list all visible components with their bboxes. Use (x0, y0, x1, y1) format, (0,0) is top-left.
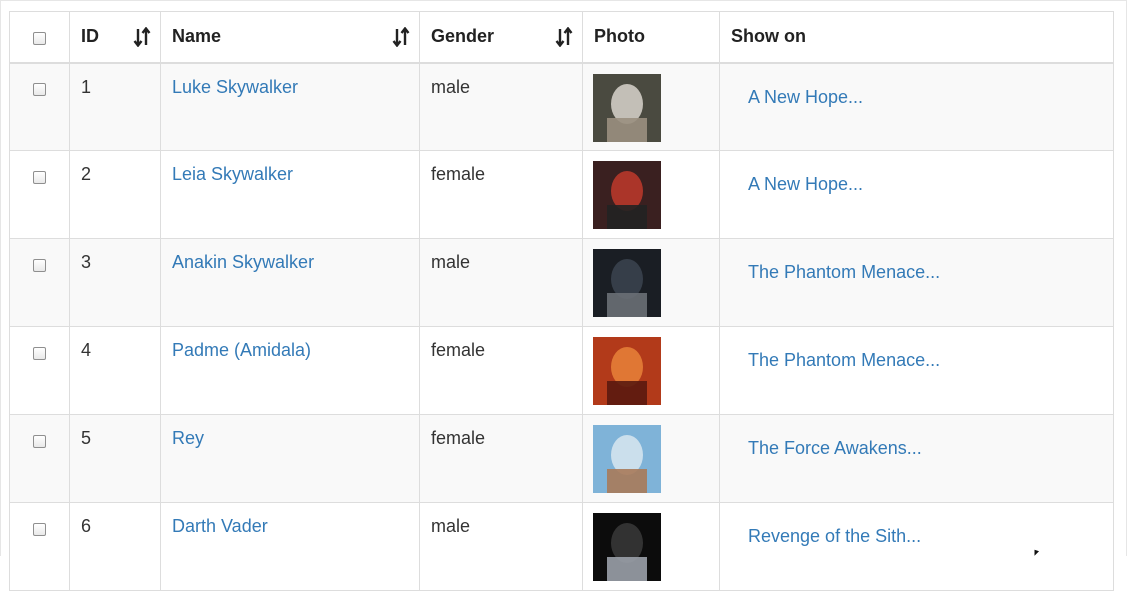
select-all-checkbox[interactable] (33, 32, 46, 45)
characters-table: ID Name Gender Photo Show on 1 Luke Skyw… (9, 11, 1114, 591)
show-on-link[interactable]: Revenge of the Sith... (748, 526, 921, 546)
row-select-checkbox[interactable] (33, 434, 46, 448)
photo-cell (582, 238, 720, 327)
gender-value: male (431, 252, 471, 272)
row-select-checkbox[interactable] (33, 258, 46, 272)
show-on-cell: The Phantom Menace... (719, 326, 1114, 415)
name-cell: Darth Vader (160, 502, 420, 591)
column-header-gender-label: Gender (431, 26, 495, 47)
name-cell: Padme (Amidala) (160, 326, 420, 415)
id-cell: 2 (69, 150, 161, 239)
select-all-header (9, 11, 70, 64)
row-select-cell (9, 414, 70, 503)
gender-cell: male (419, 62, 583, 151)
character-photo (593, 161, 661, 229)
sort-icon[interactable] (555, 26, 573, 47)
column-header-photo: Photo (582, 11, 720, 64)
table-row: 3 Anakin Skywalker male The Phantom Menace.… (9, 238, 1114, 327)
gender-cell: male (419, 238, 583, 327)
sort-icon[interactable] (392, 26, 410, 47)
photo-cell (582, 414, 720, 503)
gender-cell: female (419, 150, 583, 239)
id-value: 5 (81, 428, 92, 448)
character-photo (593, 337, 661, 405)
row-select-checkbox[interactable] (33, 170, 46, 184)
table-row: 5 Rey female The Force Awakens... (9, 414, 1114, 503)
table-header-row: ID Name Gender Photo Show on (9, 11, 1114, 64)
id-cell: 6 (69, 502, 161, 591)
show-on-link[interactable]: A New Hope... (748, 87, 863, 107)
character-name-link[interactable]: Rey (172, 428, 204, 448)
photo-cell (582, 150, 720, 239)
photo-cell (582, 62, 720, 151)
name-cell: Leia Skywalker (160, 150, 420, 239)
table-row: 1 Luke Skywalker male A New Hope... (9, 62, 1114, 151)
show-on-cell: Revenge of the Sith... (719, 502, 1114, 591)
gender-value: male (431, 516, 471, 536)
show-on-cell: A New Hope... (719, 150, 1114, 239)
name-cell: Rey (160, 414, 420, 503)
gender-value: female (431, 428, 486, 448)
name-cell: Luke Skywalker (160, 62, 420, 151)
id-value: 3 (81, 252, 92, 272)
gender-cell: female (419, 414, 583, 503)
id-value: 2 (81, 164, 92, 184)
character-name-link[interactable]: Luke Skywalker (172, 77, 298, 97)
id-value: 1 (81, 76, 92, 97)
id-cell: 5 (69, 414, 161, 503)
gender-cell: female (419, 326, 583, 415)
name-cell: Anakin Skywalker (160, 238, 420, 327)
row-select-cell (9, 502, 70, 591)
character-photo (593, 513, 661, 581)
gender-cell: male (419, 502, 583, 591)
character-name-link[interactable]: Leia Skywalker (172, 164, 293, 184)
show-on-link[interactable]: The Force Awakens... (748, 438, 922, 458)
gender-value: male (431, 76, 471, 97)
column-header-show-on: Show on (719, 11, 1114, 64)
row-select-cell (9, 326, 70, 415)
photo-cell (582, 502, 720, 591)
id-cell: 1 (69, 62, 161, 151)
show-on-link[interactable]: The Phantom Menace... (748, 262, 940, 282)
id-cell: 4 (69, 326, 161, 415)
id-cell: 3 (69, 238, 161, 327)
show-on-link[interactable]: The Phantom Menace... (748, 350, 940, 370)
row-select-checkbox[interactable] (33, 522, 46, 536)
character-name-link[interactable]: Padme (Amidala) (172, 340, 311, 360)
character-photo (593, 425, 661, 493)
row-select-cell (9, 238, 70, 327)
table-body: 1 Luke Skywalker male A New Hope... 2 Leia Sk… (9, 62, 1114, 591)
character-name-link[interactable]: Darth Vader (172, 516, 268, 536)
gender-value: female (431, 164, 486, 184)
id-value: 6 (81, 516, 92, 536)
row-select-cell (9, 62, 70, 151)
column-header-id[interactable]: ID (69, 11, 161, 64)
column-header-name-label: Name (172, 26, 222, 47)
row-select-checkbox[interactable] (33, 83, 46, 97)
show-on-cell: A New Hope... (719, 62, 1114, 151)
show-on-link[interactable]: A New Hope... (748, 174, 863, 194)
table-row: 4 Padme (Amidala) female The Phantom Menace… (9, 326, 1114, 415)
column-header-name[interactable]: Name (160, 11, 420, 64)
photo-cell (582, 326, 720, 415)
column-header-id-label: ID (81, 26, 99, 47)
row-select-cell (9, 150, 70, 239)
id-value: 4 (81, 340, 92, 360)
show-on-cell: The Phantom Menace... (719, 238, 1114, 327)
gender-value: female (431, 340, 486, 360)
table-row: 6 Darth Vader male Revenge of the Sith... (9, 502, 1114, 591)
table-row: 2 Leia Skywalker female A New Hope... (9, 150, 1114, 239)
column-header-show-on-label: Show on (731, 26, 806, 47)
column-header-photo-label: Photo (594, 26, 645, 47)
row-select-checkbox[interactable] (33, 346, 46, 360)
character-photo (593, 249, 661, 317)
show-on-cell: The Force Awakens... (719, 414, 1114, 503)
character-photo (593, 73, 661, 142)
character-name-link[interactable]: Anakin Skywalker (172, 252, 314, 272)
sort-icon[interactable] (133, 26, 151, 47)
column-header-gender[interactable]: Gender (419, 11, 583, 64)
